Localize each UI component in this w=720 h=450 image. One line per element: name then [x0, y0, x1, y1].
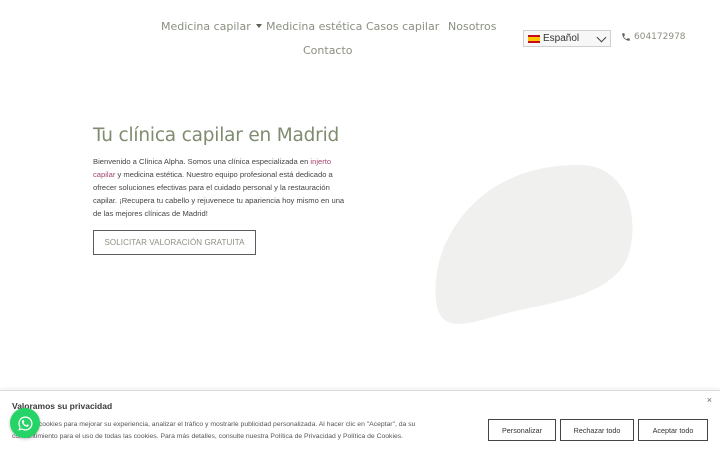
- phone-link[interactable]: 604172978: [621, 32, 686, 42]
- hero-text-part: y medicina estética. Nuestro equipo prof…: [93, 170, 345, 218]
- language-selected-label: Español: [543, 33, 580, 44]
- reject-all-cookies-button[interactable]: Rechazar todo: [560, 419, 634, 441]
- nav-item-nosotros[interactable]: Nosotros: [448, 18, 496, 36]
- hero-text-part: Bienvenido a Clínica Alpha. Somos una cl…: [93, 157, 311, 166]
- hero-paragraph: Bienvenido a Clínica Alpha. Somos una cl…: [93, 155, 353, 220]
- phone-number: 604172978: [634, 32, 686, 42]
- caret-down-icon: [255, 24, 262, 28]
- phone-icon: [622, 33, 630, 41]
- request-free-assessment-button[interactable]: SOLICITAR VALORACIÓN GRATUITA: [93, 230, 256, 255]
- nav-item-label: Medicina capilar: [161, 20, 251, 33]
- nav-item-medicina-estetica[interactable]: Medicina estética: [266, 18, 362, 36]
- nav-item-medicina-capilar[interactable]: Medicina capilar: [161, 18, 262, 36]
- whatsapp-button[interactable]: [10, 408, 40, 438]
- language-select[interactable]: Español: [523, 30, 611, 47]
- nav-item-casos-capilar[interactable]: Casos capilar: [366, 18, 439, 36]
- decorative-blob-shape: [435, 165, 633, 324]
- whatsapp-icon: [17, 415, 33, 431]
- close-icon[interactable]: ×: [707, 395, 712, 405]
- cookie-banner-text: Usamos cookies para mejorar su experienc…: [12, 421, 416, 440]
- cookie-consent-banner: Valoramos su privacidad Usamos cookies p…: [0, 390, 720, 450]
- nav-item-contacto[interactable]: Contacto: [303, 42, 353, 60]
- spain-flag-icon: [528, 34, 540, 43]
- customize-cookies-button[interactable]: Personalizar: [488, 419, 556, 441]
- main-nav: Medicina capilar Medicina estética Casos…: [0, 18, 720, 57]
- chevron-down-icon: [596, 32, 607, 43]
- accept-all-cookies-button[interactable]: Aceptar todo: [638, 419, 708, 441]
- hero-title: Tu clínica capilar en Madrid: [93, 125, 340, 146]
